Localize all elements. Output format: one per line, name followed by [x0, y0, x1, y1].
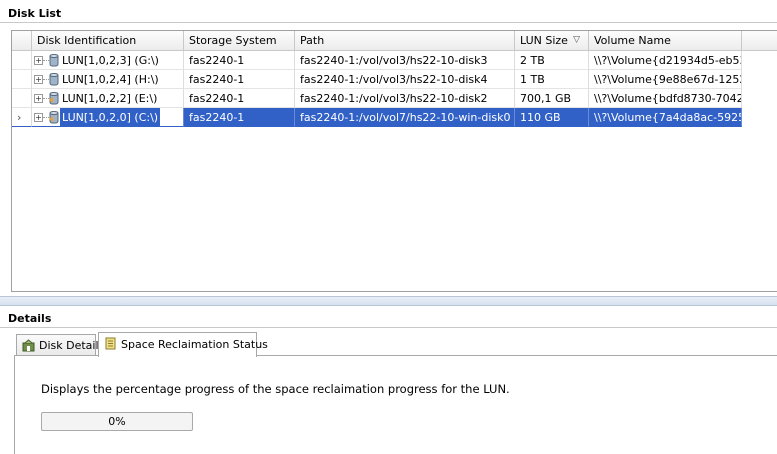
row-indicator-header — [12, 31, 32, 50]
sort-descending-icon: ▽ — [573, 35, 580, 45]
disk-list-panel: Disk List Disk Identification Storage Sy… — [0, 0, 777, 296]
disk-identification-label: LUN[1,0,2,4] (H:\) — [62, 73, 159, 86]
disk-icon — [49, 54, 59, 67]
cell-disk-identification[interactable]: + LUN[1,0,2,0] (C:\) — [32, 108, 184, 127]
disk-icon — [49, 73, 59, 86]
disk-reclaim-icon — [49, 92, 59, 105]
cell-volume-name[interactable]: \\?\Volume{9e88e67d-1252... — [589, 70, 742, 89]
cell-storage-system[interactable]: fas2240-1 — [184, 108, 295, 127]
details-panel: Details Disk Details Space Reclaimation … — [0, 306, 777, 454]
details-header: Details — [0, 309, 777, 327]
row-indicator[interactable]: › — [12, 108, 32, 127]
disk-reclaim-icon — [49, 111, 59, 124]
panel-splitter[interactable] — [0, 296, 777, 306]
table-row[interactable]: + LUN[1,0,2,3] (G:\) fas2240-1 fas2240-1:/v… — [12, 51, 777, 70]
row-indicator[interactable] — [12, 89, 32, 108]
cell-disk-identification[interactable]: + LUN[1,0,2,4] (H:\) — [32, 70, 184, 89]
grid-header: Disk Identification Storage System Path … — [12, 31, 777, 51]
table-row[interactable]: › + LUN[1,0,2,0] (C:\) fas2240-1 fas2240-1:/… — [12, 108, 777, 127]
disk-list-divider — [0, 22, 777, 23]
cell-storage-system[interactable]: fas2240-1 — [184, 51, 295, 70]
column-header-storage-system[interactable]: Storage System — [184, 31, 295, 50]
disk-list-title: Disk List — [8, 7, 62, 20]
cell-storage-system[interactable]: fas2240-1 — [184, 70, 295, 89]
disk-details-icon — [22, 339, 35, 352]
cell-lun-size[interactable]: 700,1 GB — [515, 89, 589, 108]
tab-disk-details-label: Disk Details — [39, 339, 105, 352]
column-header-disk-identification[interactable]: Disk Identification — [32, 31, 184, 50]
cell-path[interactable]: fas2240-1:/vol/vol7/hs22-10-win-disk0 — [295, 108, 515, 127]
space-reclaimation-panel: Displays the percentage progress of the … — [14, 355, 777, 454]
reclaimation-description: Displays the percentage progress of the … — [41, 382, 510, 396]
table-row[interactable]: + LUN[1,0,2,4] (H:\) fas2240-1 fas2240-1:/v… — [12, 70, 777, 89]
cell-storage-system[interactable]: fas2240-1 — [184, 89, 295, 108]
cell-disk-identification[interactable]: + LUN[1,0,2,2] (E:\) — [32, 89, 184, 108]
cell-volume-name[interactable]: \\?\Volume{d21934d5-eb53... — [589, 51, 742, 70]
details-title: Details — [8, 312, 52, 325]
cell-volume-name[interactable]: \\?\Volume{7a4da8ac-5925-... — [589, 108, 742, 127]
row-indicator[interactable] — [12, 51, 32, 70]
tab-disk-details[interactable]: Disk Details — [16, 334, 104, 356]
expand-icon[interactable]: + — [34, 56, 43, 65]
tab-space-reclaimation-status[interactable]: Space Reclaimation Status — [98, 332, 268, 357]
cell-lun-size[interactable]: 2 TB — [515, 51, 589, 70]
expand-icon[interactable]: + — [34, 113, 43, 122]
cell-volume-name[interactable]: \\?\Volume{bdfd8730-7042-... — [589, 89, 742, 108]
reclaimation-progress-bar: 0% — [41, 412, 193, 431]
cell-path[interactable]: fas2240-1:/vol/vol3/hs22-10-disk4 — [295, 70, 515, 89]
expand-icon[interactable]: + — [34, 94, 43, 103]
tab-space-reclaimation-status-label: Space Reclaimation Status — [121, 338, 268, 351]
column-header-lun-size-label: LUN Size — [520, 34, 568, 47]
column-header-lun-size[interactable]: LUN Size ▽ — [515, 31, 589, 50]
progress-label: 0% — [108, 415, 126, 428]
disk-list-header: Disk List — [0, 4, 777, 22]
disk-identification-label: LUN[1,0,2,2] (E:\) — [62, 92, 158, 105]
filler-header — [742, 31, 777, 50]
row-indicator[interactable] — [12, 70, 32, 89]
disk-identification-label: LUN[1,0,2,3] (G:\) — [62, 54, 159, 67]
table-row[interactable]: + LUN[1,0,2,2] (E:\) fas2240-1 fas2240-1:/v… — [12, 89, 777, 108]
details-divider — [0, 327, 777, 328]
current-row-arrow-icon: › — [17, 111, 22, 124]
column-header-volume-name[interactable]: Volume Name — [589, 31, 742, 50]
cell-path[interactable]: fas2240-1:/vol/vol3/hs22-10-disk3 — [295, 51, 515, 70]
cell-lun-size[interactable]: 1 TB — [515, 70, 589, 89]
expand-icon[interactable]: + — [34, 75, 43, 84]
cell-lun-size[interactable]: 110 GB — [515, 108, 589, 127]
disk-grid[interactable]: Disk Identification Storage System Path … — [11, 30, 777, 292]
cell-path[interactable]: fas2240-1:/vol/vol3/hs22-10-disk2 — [295, 89, 515, 108]
status-icon — [105, 337, 116, 350]
cell-disk-identification[interactable]: + LUN[1,0,2,3] (G:\) — [32, 51, 184, 70]
column-header-path[interactable]: Path — [295, 31, 515, 50]
disk-identification-label: LUN[1,0,2,0] (C:\) — [60, 108, 161, 126]
